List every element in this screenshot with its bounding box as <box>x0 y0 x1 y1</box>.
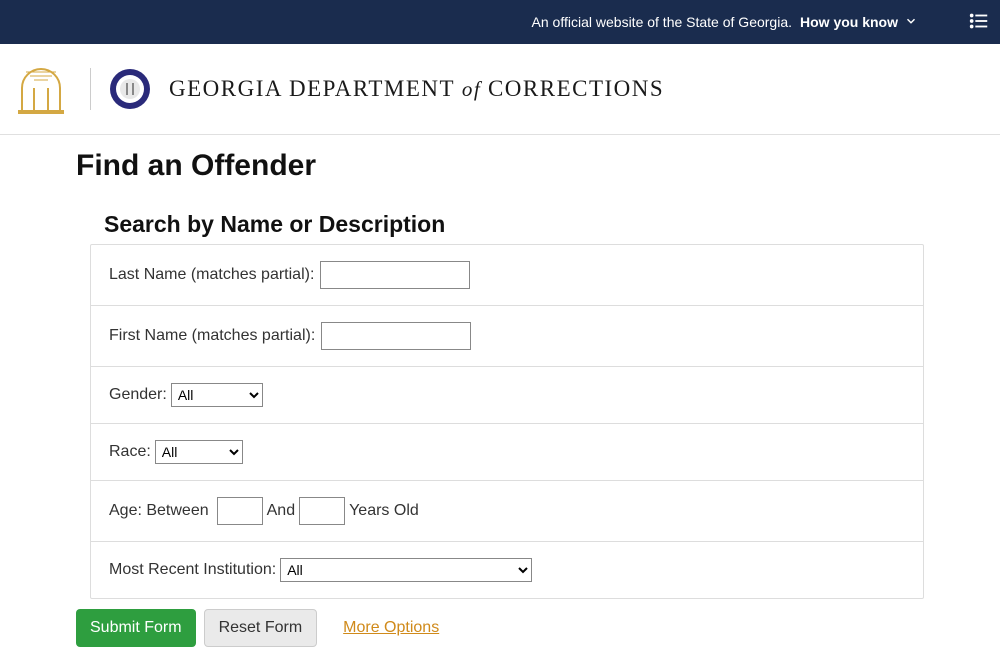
gender-label: Gender: <box>109 386 167 404</box>
age-min-input[interactable] <box>217 497 263 525</box>
dept-suffix: CORRECTIONS <box>488 76 664 101</box>
more-options-link[interactable]: More Options <box>343 619 439 637</box>
last-name-label: Last Name (matches partial): <box>109 266 314 284</box>
institution-select[interactable]: All <box>280 558 532 582</box>
race-row: Race: All <box>91 424 923 481</box>
last-name-row: Last Name (matches partial): <box>91 245 923 306</box>
dept-of: of <box>455 77 488 101</box>
site-header: GEORGIA DEPARTMENT of CORRECTIONS <box>0 44 1000 135</box>
reset-button[interactable]: Reset Form <box>204 609 318 647</box>
dept-title: GEORGIA DEPARTMENT of CORRECTIONS <box>169 76 664 102</box>
age-suffix-label: Years Old <box>349 502 419 520</box>
gender-select[interactable]: All <box>171 383 263 407</box>
gender-row: Gender: All <box>91 367 923 424</box>
age-and-label: And <box>267 502 295 520</box>
first-name-row: First Name (matches partial): <box>91 306 923 367</box>
age-prefix-label: Age: Between <box>109 502 209 520</box>
dept-corrections-seal-icon <box>109 68 151 110</box>
age-max-input[interactable] <box>299 497 345 525</box>
race-label: Race: <box>109 443 151 461</box>
main-content: Find an Offender Search by Name or Descr… <box>0 135 1000 667</box>
section-title: Search by Name or Description <box>104 211 924 238</box>
how-you-know-label: How you know <box>800 14 898 30</box>
last-name-input[interactable] <box>320 261 470 289</box>
institution-row: Most Recent Institution: All <box>91 542 923 598</box>
submit-button[interactable]: Submit Form <box>76 609 196 647</box>
how-you-know-toggle[interactable]: How you know <box>800 14 918 31</box>
dept-prefix: GEORGIA DEPARTMENT <box>169 76 455 101</box>
georgia-state-seal-icon <box>10 58 72 120</box>
institution-label: Most Recent Institution: <box>109 561 276 579</box>
search-form: Last Name (matches partial): First Name … <box>90 244 924 599</box>
first-name-label: First Name (matches partial): <box>109 327 315 345</box>
header-divider <box>90 68 91 110</box>
age-row: Age: Between And Years Old <box>91 481 923 542</box>
first-name-input[interactable] <box>321 322 471 350</box>
official-text: An official website of the State of Geor… <box>532 14 792 30</box>
menu-list-icon[interactable] <box>968 10 990 35</box>
race-select[interactable]: All <box>155 440 243 464</box>
page-title: Find an Offender <box>76 149 924 183</box>
chevron-down-icon <box>904 14 918 31</box>
official-banner: An official website of the State of Geor… <box>0 0 1000 44</box>
button-row: Submit Form Reset Form More Options <box>76 609 924 647</box>
